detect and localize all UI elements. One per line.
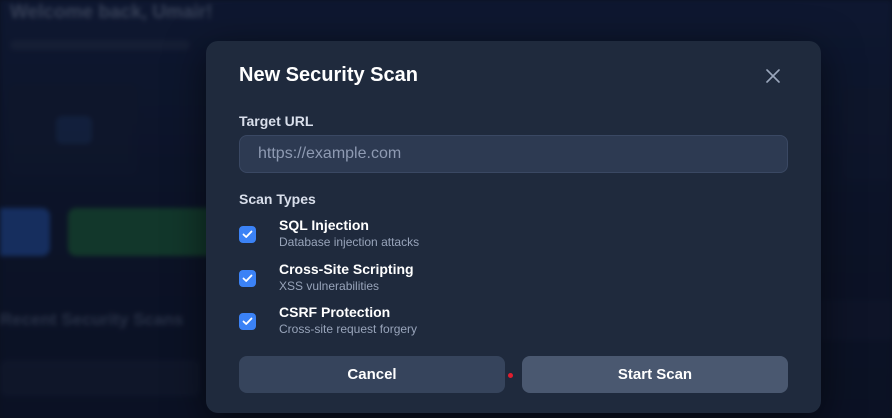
- scan-type-description: XSS vulnerabilities: [279, 279, 380, 293]
- scan-type-title: Cross-Site Scripting: [279, 261, 414, 277]
- scan-type-title: CSRF Protection: [279, 304, 391, 320]
- scan-type-xss[interactable]: Cross-Site Scripting XSS vulnerabilities: [239, 261, 639, 297]
- start-scan-button[interactable]: Start Scan: [522, 356, 788, 393]
- xss-checkbox[interactable]: [239, 270, 256, 287]
- scan-types-label: Scan Types: [239, 191, 316, 207]
- target-url-input[interactable]: [239, 135, 788, 173]
- cancel-button[interactable]: Cancel: [239, 356, 505, 393]
- modal-title: New Security Scan: [239, 64, 418, 86]
- checkmark-icon: [242, 317, 253, 325]
- sql-injection-checkbox[interactable]: [239, 226, 256, 243]
- scan-type-csrf[interactable]: CSRF Protection Cross-site request forge…: [239, 304, 639, 340]
- close-icon: [766, 69, 780, 83]
- close-button[interactable]: [760, 63, 786, 89]
- cursor-indicator: [508, 373, 513, 378]
- scan-type-description: Database injection attacks: [279, 235, 420, 249]
- new-scan-modal: New Security Scan Target URL Scan Types …: [206, 41, 821, 413]
- scan-type-title: SQL Injection: [279, 217, 369, 233]
- checkmark-icon: [242, 274, 253, 282]
- scan-type-sql-injection[interactable]: SQL Injection Database injection attacks: [239, 217, 639, 253]
- target-url-label: Target URL: [239, 113, 314, 129]
- scan-type-description: Cross-site request forgery: [279, 322, 418, 336]
- checkmark-icon: [242, 230, 253, 238]
- csrf-checkbox[interactable]: [239, 313, 256, 330]
